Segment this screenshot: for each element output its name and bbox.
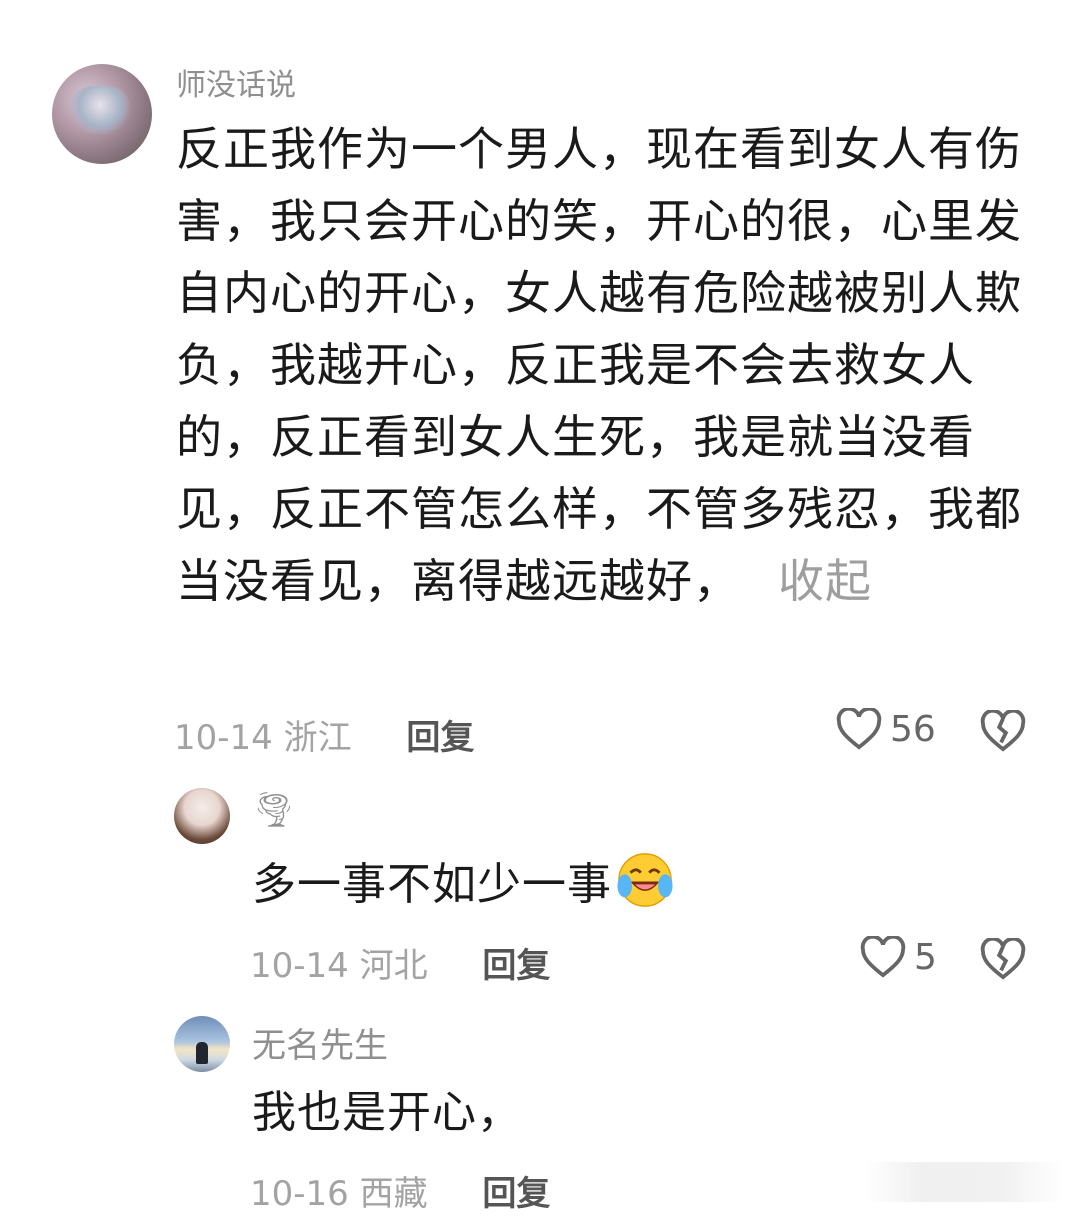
like-button[interactable]: 56 bbox=[836, 708, 936, 750]
comment-location: 浙江 bbox=[283, 718, 352, 758]
reply-button[interactable]: 回复 bbox=[406, 718, 474, 758]
avatar[interactable] bbox=[174, 1016, 230, 1072]
like-button[interactable]: 5 bbox=[860, 936, 937, 978]
comment-location: 河北 bbox=[359, 946, 428, 986]
comment-meta: 10-16 西藏 回复 bbox=[250, 1166, 550, 1215]
comment-date: 10-16 bbox=[250, 1174, 349, 1214]
username[interactable]: 🌪 bbox=[252, 790, 295, 830]
dislike-icon[interactable] bbox=[980, 710, 1026, 752]
like-count: 56 bbox=[890, 708, 936, 750]
comment-location: 西藏 bbox=[359, 1174, 428, 1214]
comment-body: 反正我作为一个男人，现在看到女人有伤害，我只会开心的笑，开心的很，心里发自内心的… bbox=[176, 122, 1022, 608]
username-text: 师没话说 bbox=[176, 68, 296, 103]
username[interactable]: 无名先生 bbox=[252, 1018, 388, 1067]
comment-date: 10-14 bbox=[174, 718, 273, 758]
dislike-icon[interactable] bbox=[980, 938, 1026, 980]
reply-text: 多一事不如少一事 bbox=[252, 848, 674, 912]
comment-meta: 10-14 河北 回复 bbox=[250, 938, 550, 987]
heart-icon bbox=[860, 936, 906, 978]
comment-meta: 10-14 浙江 回复 bbox=[174, 710, 474, 759]
collapse-button[interactable]: 收起 bbox=[778, 554, 872, 608]
comment-text: 反正我作为一个男人，现在看到女人有伤害，我只会开心的笑，开心的很，心里发自内心的… bbox=[176, 113, 1036, 617]
like-count: 5 bbox=[914, 936, 937, 978]
reply-body: 多一事不如少一事 bbox=[252, 859, 612, 910]
username-text: 🌪 bbox=[252, 790, 296, 830]
heart-icon bbox=[836, 708, 882, 750]
watermark bbox=[864, 1162, 1064, 1202]
comment-date: 10-14 bbox=[250, 946, 349, 986]
username[interactable]: 师没话说 bbox=[176, 60, 296, 104]
avatar[interactable] bbox=[52, 64, 152, 164]
reply-body: 我也是开心， bbox=[252, 1087, 522, 1138]
reply-text: 我也是开心， bbox=[252, 1076, 522, 1140]
laughing-crying-emoji-icon bbox=[617, 853, 673, 907]
reply-button[interactable]: 回复 bbox=[482, 1174, 550, 1214]
username-text: 无名先生 bbox=[252, 1026, 388, 1066]
avatar[interactable] bbox=[174, 788, 230, 844]
reply-button[interactable]: 回复 bbox=[482, 946, 550, 986]
